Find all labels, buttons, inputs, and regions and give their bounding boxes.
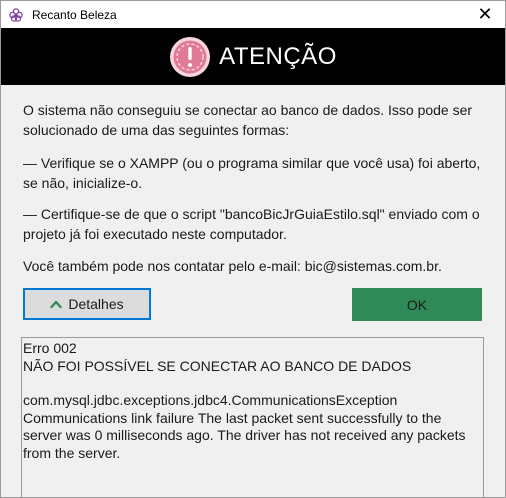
title-bar[interactable]: Recanto Beleza ✕ (1, 1, 505, 28)
exception-class: com.mysql.jdbc.exceptions.jdbc4.Communic… (23, 392, 398, 408)
warning-badge-icon (170, 36, 211, 77)
flower-icon (9, 7, 23, 22)
error-details-panel[interactable]: Erro 002 NÃO FOI POSSÍVEL SE CONECTAR AO… (21, 337, 484, 498)
banner-title: ATENÇÃO (219, 42, 337, 70)
message-intro: O sistema não conseguiu se conectar ao b… (23, 102, 473, 138)
ok-button-label: OK (406, 296, 428, 313)
error-summary: NÃO FOI POSSÍVEL SE CONECTAR AO BANCO DE… (23, 357, 412, 374)
details-button-label: Detalhes (68, 296, 124, 312)
ok-button[interactable]: OK (352, 288, 482, 321)
close-icon: ✕ (477, 4, 493, 24)
chevron-up-icon (50, 300, 63, 309)
message-xampp: — Verifique se o XAMPP (ou o programa si… (23, 155, 481, 191)
message-contact: Você também pode nos contatar pelo e-mai… (23, 258, 442, 274)
exception-message-line: server was 0 milliseconds ago. The drive… (23, 427, 466, 443)
details-button[interactable]: Detalhes (23, 288, 151, 320)
dialog-window: Recanto Beleza ✕ ATENÇÃO O sistema não c… (0, 0, 506, 498)
exception-message-line: Communications link failure The last pac… (23, 409, 442, 426)
close-button[interactable]: ✕ (465, 1, 505, 28)
message-script: — Certifique-se de que o script "bancoBi… (23, 206, 480, 242)
exception-message-line: from the server. (23, 444, 121, 461)
error-code: Erro 002 (23, 340, 77, 356)
window-title: Recanto Beleza (32, 7, 117, 22)
alert-banner: ATENÇÃO (1, 28, 505, 85)
